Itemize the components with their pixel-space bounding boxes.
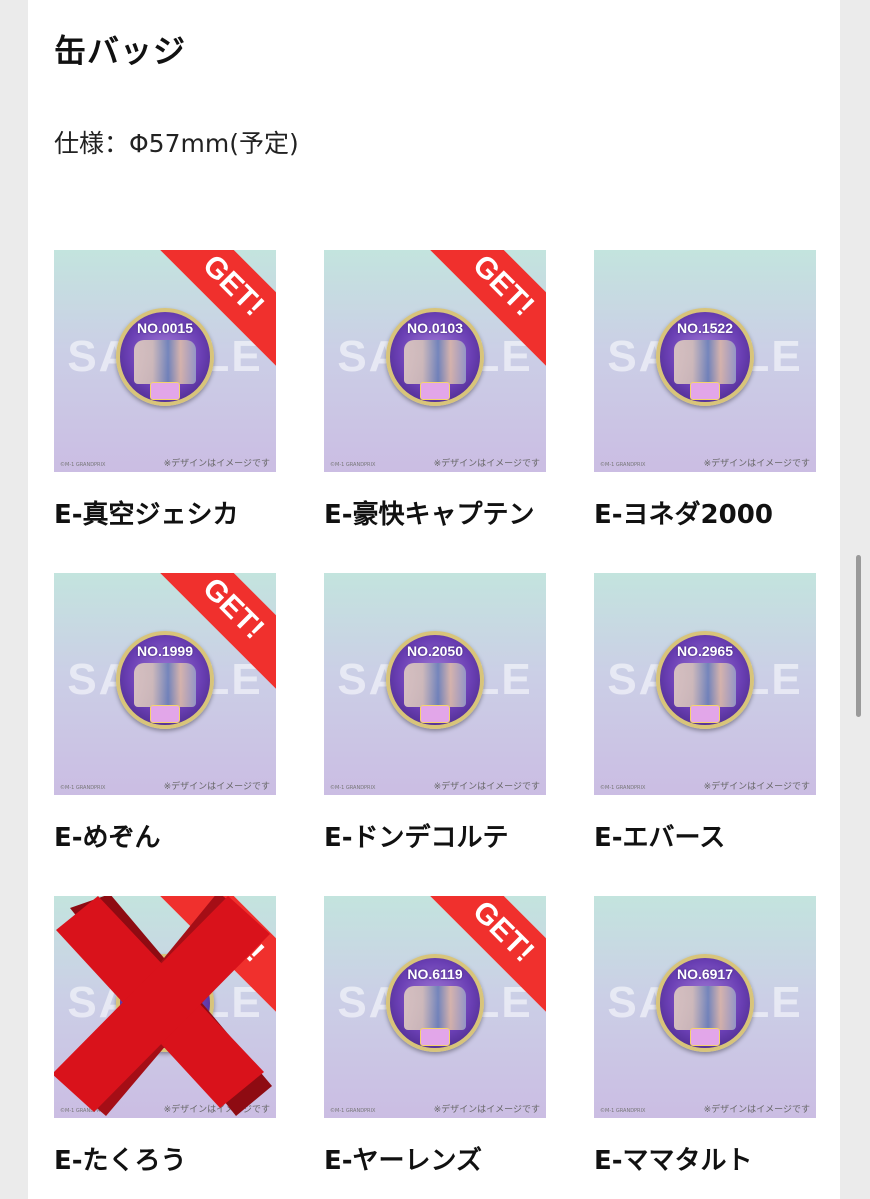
badge-thumbnail[interactable]: SAMPLENO.1999©M-1 GRANDPRIX※デザインはイメージですG… xyxy=(54,573,276,795)
badge-number: NO.2050 xyxy=(406,643,464,659)
image-note: ※デザインはイメージです xyxy=(163,459,270,469)
badge-logo xyxy=(150,705,180,723)
badge-logo xyxy=(150,382,180,400)
badge-number: NO.6917 xyxy=(676,966,734,982)
badge-number: NO.2965 xyxy=(676,643,734,659)
badge-photo xyxy=(404,340,466,384)
badge-card[interactable]: SAMPLENO.6917©M-1 GRANDPRIX※デザインはイメージですE… xyxy=(594,896,816,1177)
badge-card[interactable]: SAMPLENO.2965©M-1 GRANDPRIX※デザインはイメージですE… xyxy=(594,573,816,854)
badge-name[interactable]: E-エバース xyxy=(594,817,816,854)
credit-text: ©M-1 GRANDPRIX xyxy=(60,785,106,791)
badge-name[interactable]: E-めぞん xyxy=(54,817,276,854)
credit-text: ©M-1 GRANDPRIX xyxy=(600,785,646,791)
badge-card[interactable]: SAMPLENO.2050©M-1 GRANDPRIX※デザインはイメージですE… xyxy=(324,573,546,854)
credit-text: ©M-1 GRANDPRIX xyxy=(600,1108,646,1114)
can-badge-image: NO.6119 xyxy=(386,954,484,1052)
can-badge-image: NO.1999 xyxy=(116,631,214,729)
badge-card[interactable]: SAMPLENO.0015©M-1 GRANDPRIX※デザインはイメージですG… xyxy=(54,250,276,531)
badge-logo xyxy=(420,1028,450,1046)
badge-number: NO.0015 xyxy=(136,320,194,336)
badge-name[interactable]: E-真空ジェシカ xyxy=(54,494,276,531)
badge-thumbnail[interactable]: SAMPLENO.6917©M-1 GRANDPRIX※デザインはイメージです xyxy=(594,896,816,1118)
badge-logo xyxy=(690,1028,720,1046)
image-note: ※デザインはイメージです xyxy=(433,782,540,792)
badge-card[interactable]: SAMPLENO.1999©M-1 GRANDPRIX※デザインはイメージですG… xyxy=(54,573,276,854)
image-note: ※デザインはイメージです xyxy=(703,1105,810,1115)
badge-card[interactable]: SAMPLENO.6119©M-1 GRANDPRIX※デザインはイメージですG… xyxy=(324,896,546,1177)
badge-name[interactable]: E-ヨネダ2000 xyxy=(594,494,816,531)
badge-thumbnail[interactable]: SAMPLENO.2050©M-1 GRANDPRIX※デザインはイメージです xyxy=(324,573,546,795)
badge-number: NO.6119 xyxy=(407,966,463,982)
image-note: ※デザインはイメージです xyxy=(163,782,270,792)
badge-thumbnail[interactable]: SAMPLENO.2965©M-1 GRANDPRIX※デザインはイメージです xyxy=(594,573,816,795)
can-badge-image: NO.2050 xyxy=(386,631,484,729)
credit-text: ©M-1 GRANDPRIX xyxy=(600,462,646,468)
badge-thumbnail[interactable]: SAMPLE©M-1 GRANDPRIX※デザインはイメージですGET! xyxy=(54,896,276,1118)
badge-photo xyxy=(404,663,466,707)
badge-logo xyxy=(690,705,720,723)
badge-name[interactable]: E-ヤーレンズ xyxy=(324,1140,546,1177)
scrollbar[interactable] xyxy=(856,555,861,717)
badge-thumbnail[interactable]: SAMPLENO.0015©M-1 GRANDPRIX※デザインはイメージですG… xyxy=(54,250,276,472)
badge-number: NO.0103 xyxy=(406,320,464,336)
badge-card[interactable]: SAMPLE©M-1 GRANDPRIX※デザインはイメージですGET! E-たく… xyxy=(54,896,276,1177)
credit-text: ©M-1 GRANDPRIX xyxy=(330,1108,376,1114)
credit-text: ©M-1 GRANDPRIX xyxy=(330,785,376,791)
image-note: ※デザインはイメージです xyxy=(433,459,540,469)
badge-logo xyxy=(420,382,450,400)
badge-grid: SAMPLENO.0015©M-1 GRANDPRIX※デザインはイメージですG… xyxy=(28,0,840,1199)
product-page: 缶バッジ 仕様：Φ57mm(予定) SAMPLENO.0015©M-1 GRAN… xyxy=(28,0,840,1199)
credit-text: ©M-1 GRANDPRIX xyxy=(60,462,106,468)
badge-photo xyxy=(674,986,736,1030)
badge-logo xyxy=(690,382,720,400)
badge-photo xyxy=(674,663,736,707)
badge-photo xyxy=(134,340,196,384)
badge-name[interactable]: E-ママタルト xyxy=(594,1140,816,1177)
can-badge-image: NO.2965 xyxy=(656,631,754,729)
badge-name[interactable]: E-ドンデコルテ xyxy=(324,817,546,854)
can-badge-image: NO.6917 xyxy=(656,954,754,1052)
badge-card[interactable]: SAMPLENO.0103©M-1 GRANDPRIX※デザインはイメージですG… xyxy=(324,250,546,531)
badge-thumbnail[interactable]: SAMPLENO.1522©M-1 GRANDPRIX※デザインはイメージです xyxy=(594,250,816,472)
badge-photo xyxy=(674,340,736,384)
badge-thumbnail[interactable]: SAMPLENO.0103©M-1 GRANDPRIX※デザインはイメージですG… xyxy=(324,250,546,472)
can-badge-image: NO.1522 xyxy=(656,308,754,406)
credit-text: ©M-1 GRANDPRIX xyxy=(330,462,376,468)
image-note: ※デザインはイメージです xyxy=(703,782,810,792)
badge-number: NO.1522 xyxy=(676,320,734,336)
badge-name[interactable]: E-たくろう xyxy=(54,1140,276,1177)
badge-card[interactable]: SAMPLENO.1522©M-1 GRANDPRIX※デザインはイメージですE… xyxy=(594,250,816,531)
can-badge-image: NO.0103 xyxy=(386,308,484,406)
image-note: ※デザインはイメージです xyxy=(433,1105,540,1115)
can-badge-image: NO.0015 xyxy=(116,308,214,406)
badge-number: NO.1999 xyxy=(136,643,194,659)
badge-name[interactable]: E-豪快キャプテン xyxy=(324,494,546,531)
badge-logo xyxy=(420,705,450,723)
cross-mark-icon xyxy=(54,896,272,1116)
badge-photo xyxy=(134,663,196,707)
badge-photo xyxy=(404,986,466,1030)
badge-thumbnail[interactable]: SAMPLENO.6119©M-1 GRANDPRIX※デザインはイメージですG… xyxy=(324,896,546,1118)
image-note: ※デザインはイメージです xyxy=(703,459,810,469)
